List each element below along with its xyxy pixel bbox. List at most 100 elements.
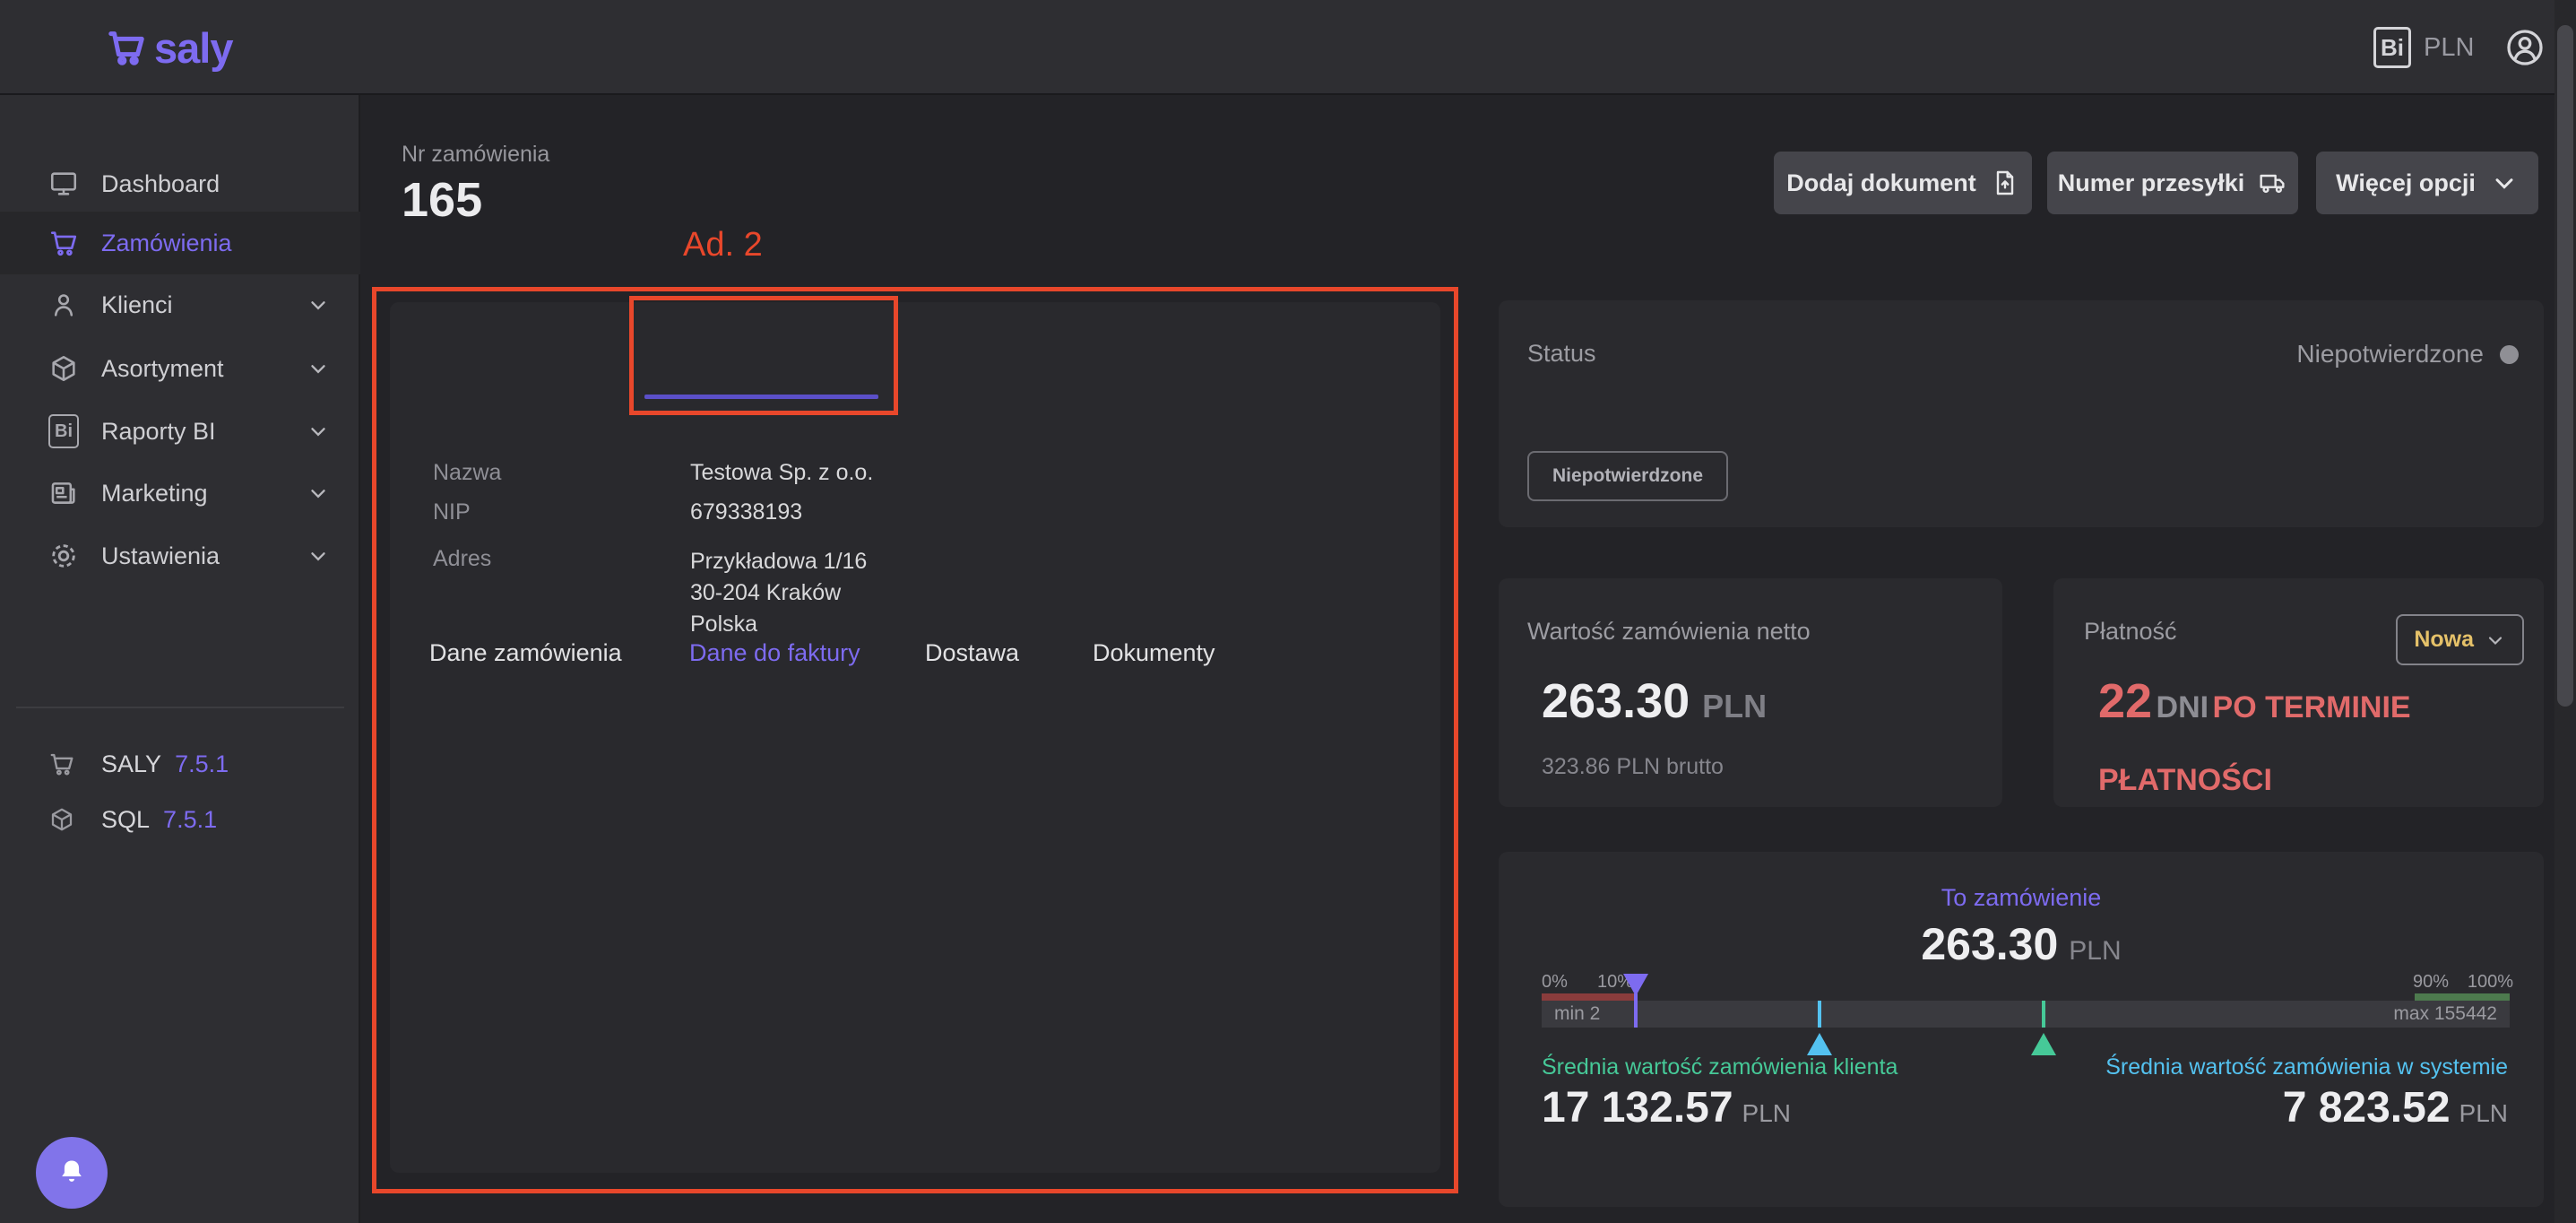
order-details-card: Dane zamówienia Dane do faktury Dostawa … — [390, 302, 1440, 1173]
cart-icon — [48, 750, 75, 777]
client-average-value: 17 132.57PLN — [1542, 1083, 1791, 1132]
comparison-title: To zamówienie — [1499, 884, 2544, 912]
chevron-down-icon — [307, 293, 330, 317]
sidebar-label: Klienci — [101, 291, 173, 319]
chevron-down-icon — [307, 420, 330, 443]
sidebar-label: Dashboard — [101, 170, 220, 198]
chevron-down-icon — [2490, 169, 2519, 197]
shipment-number-label: Numer przesyłki — [2058, 169, 2245, 197]
tab-dostawa[interactable]: Dostawa — [925, 639, 1019, 667]
this-order-marker-line — [1634, 993, 1638, 1028]
payment-state-value: Nowa — [2414, 627, 2474, 653]
scale-90pct: 90% — [2413, 972, 2449, 993]
gauge-min-label: min 2 — [1554, 1003, 1600, 1025]
payment-state-select[interactable]: Nowa — [2396, 614, 2524, 665]
sidebar-item-asortyment[interactable]: Asortyment — [0, 337, 360, 400]
net-value-title: Wartość zamówienia netto — [1527, 618, 1811, 646]
payment-card: Płatność Nowa 22 DNI PO TERMINIE PŁATNOŚ… — [2053, 578, 2544, 807]
sidebar-item-ustawienia[interactable]: Ustawienia — [0, 525, 360, 587]
net-currency: PLN — [1702, 688, 1767, 725]
status-title: Status — [1527, 340, 1596, 368]
comparison-currency: PLN — [2069, 936, 2121, 966]
invoice-address-value: Przykładowa 1/16 30-204 Kraków Polska — [690, 546, 867, 640]
tab-dane-do-faktury[interactable]: Dane do faktury — [689, 639, 860, 667]
sidebar-label: Zamówienia — [101, 230, 232, 257]
more-options-button[interactable]: Więcej opcji — [2316, 152, 2538, 214]
high-zone-segment — [2415, 993, 2510, 1001]
sidebar-item-raporty-bi[interactable]: Bi Raporty BI — [0, 400, 360, 463]
gross-amount: 323.86 PLN brutto — [1542, 754, 1724, 780]
status-card: Status Niepotwierdzone Niepotwierdzone — [1499, 300, 2544, 527]
chevron-down-icon — [307, 544, 330, 568]
sidebar-label: Marketing — [101, 480, 208, 507]
cube-icon — [48, 806, 75, 833]
invoice-nip-value: 679338193 — [690, 499, 802, 525]
overdue-days: 22 — [2098, 674, 2152, 728]
cube-icon — [48, 353, 79, 384]
status-value: Niepotwierdzone — [2296, 340, 2484, 369]
sidebar-label: Raporty BI — [101, 418, 216, 446]
active-tab-underline — [644, 395, 878, 399]
net-value-card: Wartość zamówienia netto 263.30 PLN 323.… — [1499, 578, 2002, 807]
version-name: SALY 7.5.1 — [101, 750, 229, 778]
comparison-amount-row: 263.30 PLN — [1499, 918, 2544, 970]
bell-icon — [56, 1157, 88, 1189]
payment-title: Płatność — [2084, 618, 2177, 646]
net-amount: 263.30 — [1542, 673, 1690, 729]
system-average-value: 7 823.52PLN — [2283, 1083, 2508, 1132]
invoice-name-label: Nazwa — [433, 460, 501, 486]
gear-icon — [48, 541, 79, 571]
version-row-sql: SQL 7.5.1 — [0, 793, 360, 846]
scrollbar-track[interactable] — [2554, 0, 2576, 1223]
sidebar-label: Asortyment — [101, 355, 224, 383]
topbar: saly Bi PLN — [0, 0, 2576, 95]
invoice-name-value: Testowa Sp. z o.o. — [690, 460, 873, 486]
user-menu-button[interactable] — [2504, 0, 2546, 95]
overdue-unit: DNI — [2157, 690, 2209, 724]
bi-icon: Bi — [2373, 27, 2411, 68]
version-name: SQL 7.5.1 — [101, 806, 217, 834]
version-number: 7.5.1 — [175, 750, 229, 777]
monitor-icon — [48, 169, 79, 199]
system-average-label: Średnia wartość zamówienia w systemie — [2105, 1054, 2508, 1080]
scrollbar-thumb[interactable] — [2557, 25, 2573, 707]
invoice-address-label: Adres — [433, 546, 491, 572]
gauge-track: min 2 max 155442 — [1542, 1001, 2510, 1028]
version-number: 7.5.1 — [163, 806, 217, 833]
tab-dokumenty[interactable]: Dokumenty — [1093, 639, 1215, 667]
currency-selector[interactable]: Bi PLN — [2373, 0, 2474, 95]
scale-0pct: 0% — [1542, 972, 1568, 993]
status-dot-icon — [2500, 345, 2519, 364]
client-average-label: Średnia wartość zamówienia klienta — [1542, 1054, 1897, 1080]
sidebar-item-klienci[interactable]: Klienci — [0, 273, 360, 336]
chevron-down-icon — [307, 357, 330, 380]
sidebar-item-zamowienia[interactable]: Zamówienia — [0, 212, 360, 274]
person-icon — [48, 290, 79, 320]
app-logo[interactable]: saly — [106, 0, 232, 95]
add-document-button[interactable]: Dodaj dokument — [1774, 152, 2032, 214]
sidebar-item-dashboard[interactable]: Dashboard — [0, 152, 360, 215]
chevron-down-icon — [307, 481, 330, 505]
cart-icon — [106, 27, 147, 68]
net-amount-row: 263.30 PLN — [1542, 673, 1767, 729]
chevron-down-icon — [2485, 629, 2506, 651]
newspaper-icon — [48, 478, 79, 508]
comparison-amount: 263.30 — [1921, 919, 2058, 969]
sidebar-divider — [16, 707, 344, 708]
order-comparison-card: To zamówienie 263.30PLN 0% 10% 90% 100% … — [1499, 852, 2544, 1207]
status-chip-button[interactable]: Niepotwierdzone — [1527, 451, 1728, 501]
add-document-label: Dodaj dokument — [1786, 169, 1976, 197]
sidebar-label: Ustawienia — [101, 542, 220, 570]
version-row-saly: SALY 7.5.1 — [0, 737, 360, 791]
more-options-label: Więcej opcji — [2336, 169, 2476, 197]
status-current: Niepotwierdzone — [2296, 340, 2519, 369]
invoice-nip-label: NIP — [433, 499, 471, 525]
logo-text: saly — [154, 23, 232, 73]
shipment-number-button[interactable]: Numer przesyłki — [2047, 152, 2298, 214]
user-circle-icon — [2504, 27, 2546, 68]
system-average-marker-icon — [1807, 1033, 1832, 1055]
client-average-marker-icon — [2031, 1033, 2056, 1055]
sidebar-item-marketing[interactable]: Marketing — [0, 462, 360, 525]
notifications-button[interactable] — [36, 1137, 108, 1209]
tab-dane-zamowienia[interactable]: Dane zamówienia — [429, 639, 622, 667]
